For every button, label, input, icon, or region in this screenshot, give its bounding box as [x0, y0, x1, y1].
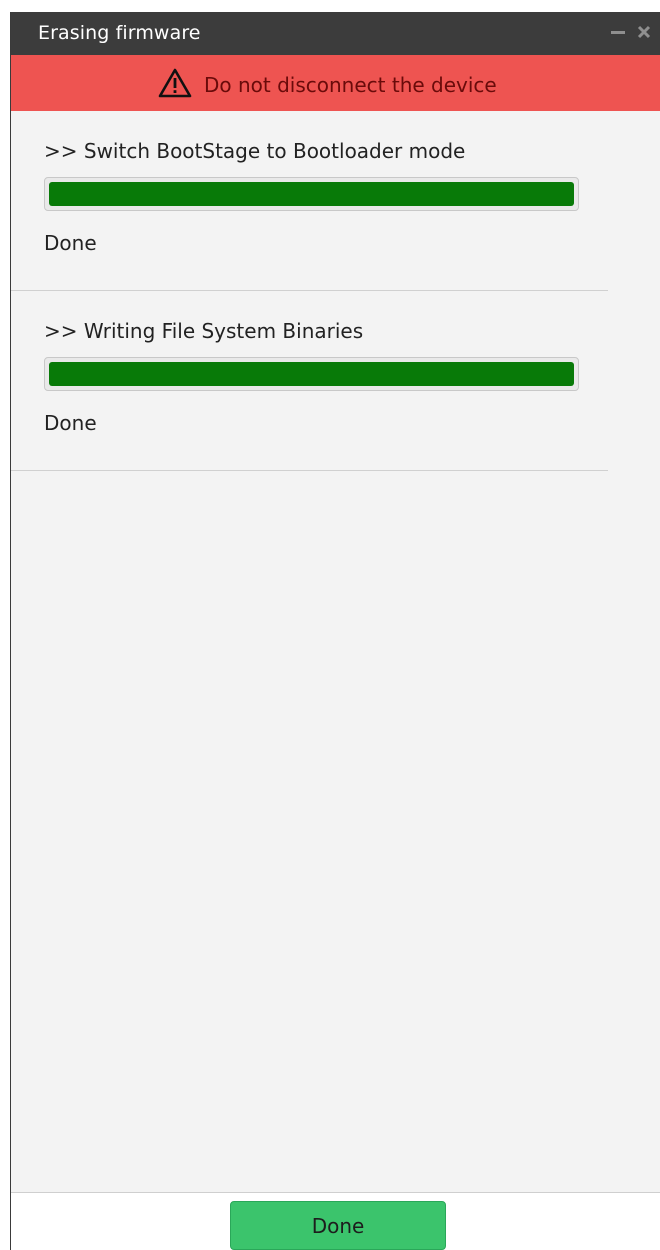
close-icon[interactable]: [634, 20, 654, 44]
footer: Done: [11, 1192, 660, 1250]
progress-fill: [49, 362, 574, 386]
window-title: Erasing firmware: [38, 22, 201, 44]
progress-bar: [44, 357, 579, 391]
warning-triangle-icon: [158, 68, 192, 102]
title-bar[interactable]: Erasing firmware: [11, 12, 660, 55]
done-button[interactable]: Done: [230, 1201, 446, 1250]
window-controls: [608, 20, 654, 44]
progress-fill: [49, 182, 574, 206]
step-item: >> Switch BootStage to Bootloader mode D…: [11, 111, 608, 291]
steps-panel[interactable]: >> Switch BootStage to Bootloader mode D…: [11, 111, 660, 1091]
warning-text: Do not disconnect the device: [204, 73, 497, 97]
warning-banner: Do not disconnect the device: [11, 55, 660, 111]
minimize-icon[interactable]: [608, 20, 628, 44]
erasing-firmware-window: Erasing firmware Do not disconnect the d…: [10, 12, 660, 1250]
step-item: >> Writing File System Binaries Done: [11, 291, 608, 471]
step-status: Done: [44, 231, 97, 255]
step-status: Done: [44, 411, 97, 435]
step-title: >> Switch BootStage to Bootloader mode: [44, 139, 466, 163]
progress-bar: [44, 177, 579, 211]
step-title: >> Writing File System Binaries: [44, 319, 364, 343]
